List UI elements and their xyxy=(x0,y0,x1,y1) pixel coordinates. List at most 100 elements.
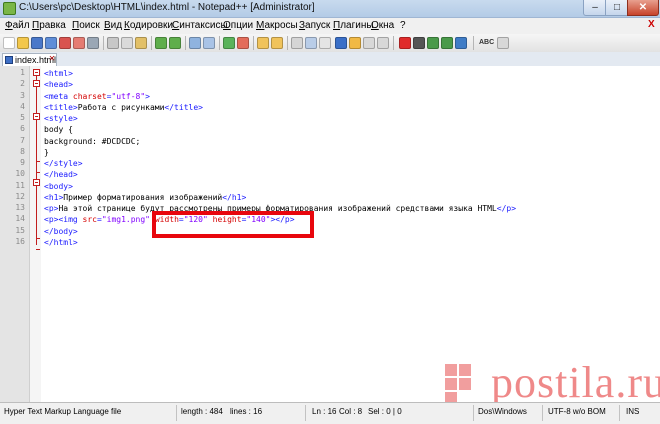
code-token-tag: </head> xyxy=(44,170,78,180)
fold-collapse-icon[interactable] xyxy=(33,113,40,120)
close-document-icon[interactable]: X xyxy=(648,19,655,30)
close-all-icon[interactable] xyxy=(73,37,85,49)
fold-end-marker xyxy=(36,249,40,250)
play-macro-icon[interactable] xyxy=(427,37,439,49)
menu-help[interactable]: ? xyxy=(400,20,406,31)
indent-guide-icon[interactable] xyxy=(319,37,331,49)
stop-recording-icon[interactable] xyxy=(413,37,425,49)
replace-icon[interactable] xyxy=(203,37,215,49)
status-filetype: Hyper Text Markup Language file xyxy=(4,407,122,416)
status-line-number: Ln : 16 xyxy=(312,407,337,416)
line-number: 15 xyxy=(15,225,25,235)
user-language-icon[interactable] xyxy=(335,37,347,49)
close-button[interactable]: ✕ xyxy=(627,0,659,16)
paste-icon[interactable] xyxy=(135,37,147,49)
code-line: <style> xyxy=(44,113,78,124)
code-token-tag: </p> xyxy=(496,204,517,213)
status-separator xyxy=(305,405,306,421)
line-number: 6 xyxy=(20,124,25,134)
menu-run[interactable]: Запуск xyxy=(299,20,330,31)
code-token-tag: </title> xyxy=(164,102,203,112)
copy-icon[interactable] xyxy=(121,37,133,49)
document-map-icon[interactable] xyxy=(349,37,361,49)
tab-index-html[interactable]: index.html ✕ xyxy=(2,53,57,66)
code-line: <meta charset="utf-8"> xyxy=(44,91,150,102)
sync-horizontal-icon[interactable] xyxy=(271,37,283,49)
menu-windows[interactable]: Окна xyxy=(371,20,394,31)
highlight-annotation-box xyxy=(152,211,314,238)
toolbar-separator xyxy=(473,36,474,50)
menu-file[interactable]: Файл xyxy=(5,20,30,31)
code-token-txt: Работа с рисунками xyxy=(77,102,165,112)
code-line: </html> xyxy=(44,237,78,248)
code-token-attr: src xyxy=(82,215,97,225)
code-token-tag: <style> xyxy=(44,114,78,123)
postila-logo-icon xyxy=(445,364,471,402)
line-number: 1 xyxy=(20,68,25,77)
line-number-gutter: 1 2 3 4 5 6 7 8 9 10 11 12 13 14 15 16 xyxy=(0,66,30,402)
line-number: 16 xyxy=(15,236,25,246)
menu-search[interactable]: Поиск xyxy=(72,20,100,31)
status-length: length : 484 xyxy=(181,407,223,416)
code-token-tag: <html> xyxy=(44,69,73,78)
zoom-out-icon[interactable] xyxy=(237,37,249,49)
spell-check-settings-icon[interactable] xyxy=(497,37,509,49)
function-list-icon[interactable] xyxy=(363,37,375,49)
menu-macros[interactable]: Макросы xyxy=(256,20,298,31)
save-icon[interactable] xyxy=(31,37,43,49)
word-wrap-icon[interactable] xyxy=(291,37,303,49)
line-number: 12 xyxy=(15,191,25,201)
code-token-tag: <h1> xyxy=(44,192,64,202)
menu-plugins[interactable]: Плагины xyxy=(333,20,374,31)
undo-icon[interactable] xyxy=(155,37,167,49)
menu-edit[interactable]: Правка xyxy=(32,20,66,31)
print-icon[interactable] xyxy=(87,37,99,49)
run-macro-multiple-icon[interactable] xyxy=(441,37,453,49)
sync-vertical-icon[interactable] xyxy=(257,37,269,49)
folder-as-workspace-icon[interactable] xyxy=(377,37,389,49)
cut-icon[interactable] xyxy=(107,37,119,49)
status-selection: Sel : 0 | 0 xyxy=(368,407,402,416)
toolbar-separator xyxy=(185,36,186,50)
code-line: </style> xyxy=(44,158,83,169)
find-icon[interactable] xyxy=(189,37,201,49)
close-file-icon[interactable] xyxy=(59,37,71,49)
menu-syntax[interactable]: Синтаксисы xyxy=(172,20,228,31)
fold-collapse-icon[interactable] xyxy=(33,179,40,186)
code-line: <h1>Пример форматирования изображений</h… xyxy=(44,192,246,203)
menu-encoding[interactable]: Кодировки xyxy=(124,20,173,31)
tab-close-icon[interactable]: ✕ xyxy=(48,55,56,63)
zoom-in-icon[interactable] xyxy=(223,37,235,49)
minimize-button[interactable]: – xyxy=(583,0,607,16)
spell-check-icon[interactable]: ABC xyxy=(479,37,495,49)
fold-collapse-icon[interactable] xyxy=(33,80,40,87)
fold-collapse-icon[interactable] xyxy=(33,69,40,76)
fold-end-marker xyxy=(36,172,40,173)
toolbar-separator xyxy=(393,36,394,50)
menu-options[interactable]: Опции xyxy=(223,20,253,31)
code-line: </head> xyxy=(44,169,78,180)
status-eol-format: Dos\Windows xyxy=(478,407,527,416)
redo-icon[interactable] xyxy=(169,37,181,49)
line-number: 7 xyxy=(20,135,25,145)
fold-end-marker xyxy=(36,161,40,162)
record-macro-icon[interactable] xyxy=(399,37,411,49)
menu-bar: Файл Правка Поиск Вид Кодировки Синтакси… xyxy=(0,18,660,34)
editor-area[interactable]: 1 2 3 4 5 6 7 8 9 10 11 12 13 14 15 16 <html> <head> <met… xyxy=(0,66,660,402)
line-number: 2 xyxy=(20,79,25,89)
code-token-tag: </html> xyxy=(44,237,78,247)
show-all-characters-icon[interactable] xyxy=(305,37,317,49)
save-macro-icon[interactable] xyxy=(455,37,467,49)
new-file-icon[interactable] xyxy=(3,37,15,49)
line-number: 13 xyxy=(15,203,25,212)
code-token-tag: </body> xyxy=(44,226,78,236)
line-number: 5 xyxy=(20,113,25,122)
menu-view[interactable]: Вид xyxy=(104,20,122,31)
code-token-tag: > xyxy=(145,91,150,101)
maximize-button[interactable]: □ xyxy=(605,0,629,16)
code-line: body { xyxy=(44,124,73,135)
save-all-icon[interactable] xyxy=(45,37,57,49)
code-line: <body> xyxy=(44,181,73,192)
line-number: 8 xyxy=(20,146,25,156)
open-file-icon[interactable] xyxy=(17,37,29,49)
